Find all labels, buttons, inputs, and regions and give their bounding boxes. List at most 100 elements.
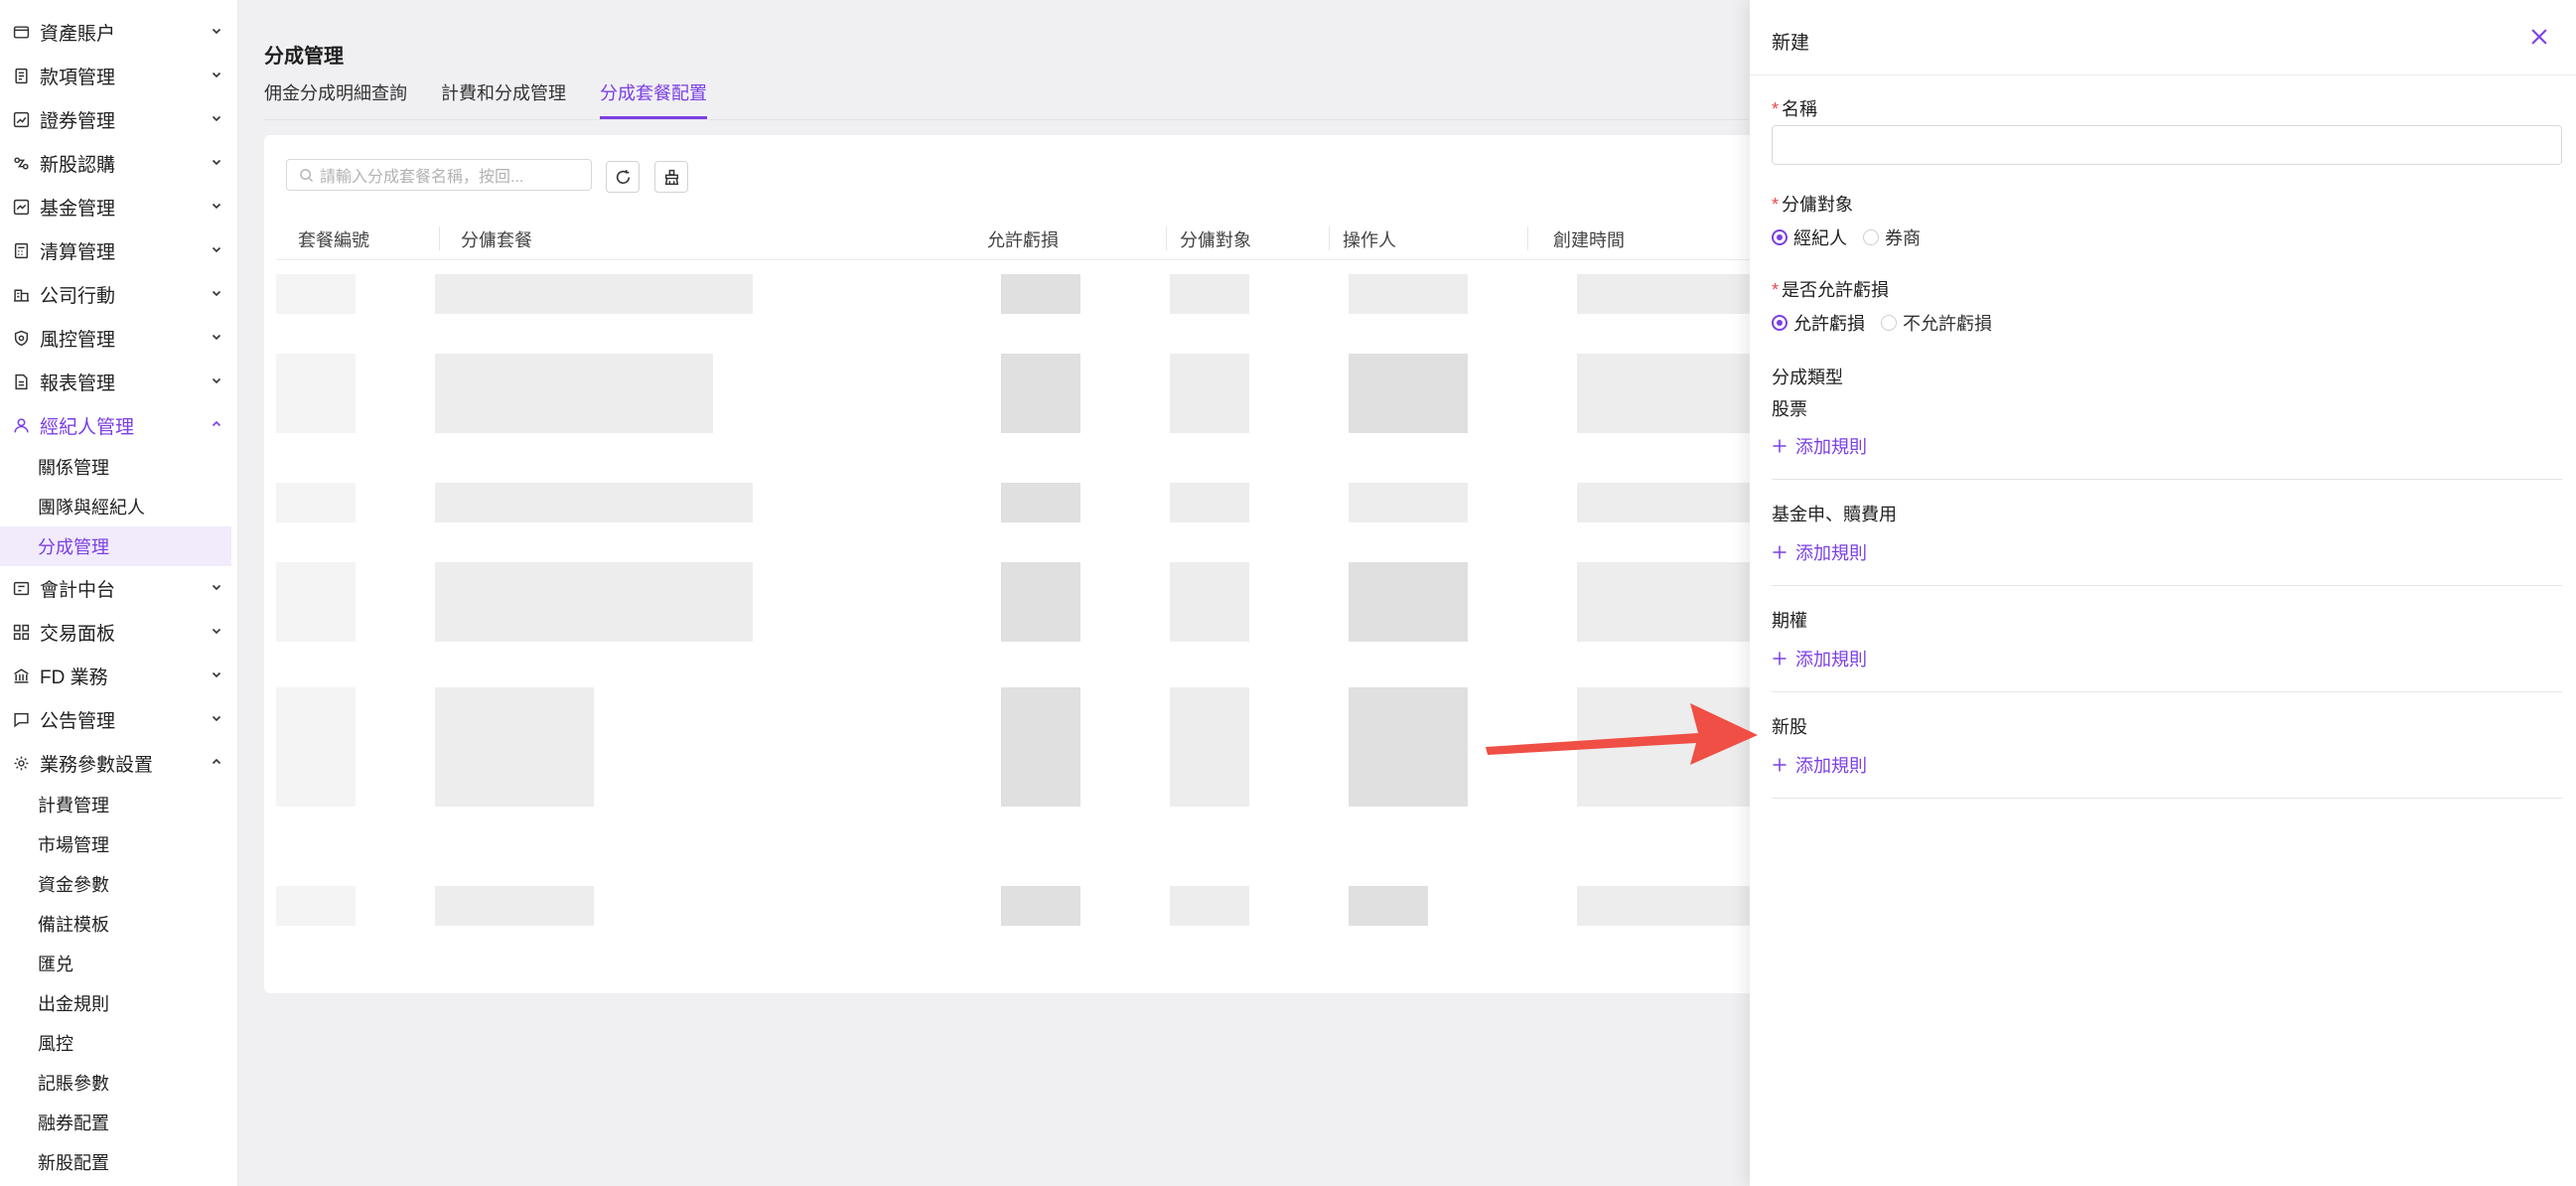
trend-icon — [12, 198, 30, 216]
sidebar-item-label: 經紀人管理 — [40, 416, 135, 438]
chevron-up-icon — [212, 420, 221, 427]
refresh-icon — [616, 169, 630, 184]
section-divider — [1772, 585, 2562, 586]
sidebar-subitem-remark-templates[interactable]: 備註模板 — [0, 904, 237, 944]
report-icon — [12, 372, 30, 390]
refresh-button[interactable] — [606, 161, 640, 193]
sidebar-item-label: 清算管理 — [40, 241, 116, 263]
plus-icon — [1773, 439, 1787, 453]
radio-allow-loss[interactable]: 允許虧損 — [1772, 310, 1865, 336]
sidebar-item-label: 證券管理 — [40, 110, 116, 132]
annotation-arrow-icon — [1486, 703, 1758, 765]
radio-broker[interactable]: 經紀人 — [1772, 224, 1847, 250]
clear-button[interactable] — [654, 161, 688, 193]
user-icon — [12, 416, 30, 434]
sidebar-item-clearing[interactable]: 清算管理 — [0, 228, 237, 272]
sidebar-item-risk-control[interactable]: 風控管理 — [0, 316, 237, 360]
message-icon — [12, 710, 30, 728]
chart-icon — [12, 110, 30, 128]
sidebar-subitem-ipo-config[interactable]: 新股配置 — [0, 1142, 237, 1182]
column-header: 分傭套餐 — [461, 230, 532, 250]
sidebar-item-trading-panel[interactable]: 交易面板 — [0, 610, 237, 654]
sidebar-item-payments[interactable]: 款項管理 — [0, 54, 237, 97]
radio-dot — [1863, 229, 1879, 245]
column-separator — [1527, 226, 1528, 250]
ledger-icon — [12, 579, 30, 597]
tab-split-package-config[interactable]: 分成套餐配置 — [600, 79, 707, 119]
chevron-down-icon — [212, 115, 221, 122]
sidebar-subitem-billing[interactable]: 計費管理 — [0, 785, 237, 824]
section-divider — [1772, 691, 2562, 692]
sidebar-item-reports[interactable]: 報表管理 — [0, 360, 237, 403]
radio-dot — [1772, 315, 1788, 331]
chevron-down-icon — [212, 159, 221, 166]
radio-label: 允許虧損 — [1793, 314, 1865, 334]
add-rule-stocks-button[interactable]: 添加規則 — [1772, 433, 1867, 459]
radio-brokerage[interactable]: 券商 — [1863, 224, 1921, 250]
main-content: 分成管理 佣金分成明細查詢 計費和分成管理 分成套餐配置 請輸入分成套餐名稱，按… — [240, 0, 1774, 1186]
sidebar-subitem-withdrawal-rules[interactable]: 出金規則 — [0, 983, 237, 1023]
required-mark: * — [1772, 195, 1780, 215]
sidebar-subitem-relationship[interactable]: 關係管理 — [0, 447, 237, 487]
radio-label: 不允許虧損 — [1903, 314, 1992, 334]
chevron-down-icon — [212, 246, 221, 253]
tab-commission-details[interactable]: 佣金分成明細查詢 — [264, 79, 407, 119]
sidebar-item-label: 風控管理 — [40, 329, 116, 351]
add-rule-ipo-button[interactable]: 添加規則 — [1772, 752, 1867, 778]
radio-label: 券商 — [1885, 228, 1921, 248]
tab-bar: 佣金分成明細查詢 計費和分成管理 分成套餐配置 — [264, 79, 741, 119]
loss-radio-group: 允許虧損 不允許虧損 — [1772, 310, 2008, 336]
loss-label-text: 是否允許虧損 — [1782, 280, 1890, 300]
sidebar-subitem-securities-lending[interactable]: 融券配置 — [0, 1103, 237, 1142]
chevron-down-icon — [212, 203, 221, 210]
tab-billing-split[interactable]: 計費和分成管理 — [441, 79, 566, 119]
sidebar-item-corporate-actions[interactable]: 公司行動 — [0, 272, 237, 316]
add-rule-fund-fees-button[interactable]: 添加規則 — [1772, 539, 1867, 565]
sidebar-item-label: 報表管理 — [40, 372, 116, 394]
search-input[interactable]: 請輸入分成套餐名稱，按回... — [286, 159, 592, 191]
sidebar-item-label: 公告管理 — [40, 710, 116, 732]
column-separator — [1166, 226, 1167, 250]
sidebar-item-fd-business[interactable]: FD 業務 — [0, 654, 237, 697]
shield-icon — [12, 329, 30, 347]
chevron-down-icon — [212, 334, 221, 341]
table-card: 請輸入分成套餐名稱，按回... 套餐編號 分傭套餐 允許虧損 分傭對象 操作人 … — [264, 135, 1774, 993]
sidebar-item-ipo-subscription[interactable]: 新股認購 — [0, 141, 237, 185]
sidebar-item-announcements[interactable]: 公告管理 — [0, 697, 237, 741]
sidebar-item-broker-management[interactable]: 經紀人管理 — [0, 403, 237, 447]
sidebar-item-assets[interactable]: 資產賬户 — [0, 10, 237, 54]
add-rule-options-button[interactable]: 添加規則 — [1772, 646, 1867, 671]
required-mark: * — [1772, 99, 1780, 119]
radio-disallow-loss[interactable]: 不允許虧損 — [1881, 310, 1992, 336]
sidebar-item-funds[interactable]: 基金管理 — [0, 185, 237, 228]
chevron-down-icon — [212, 290, 221, 297]
sidebar-item-securities[interactable]: 證券管理 — [0, 97, 237, 141]
section-title-stocks: 股票 — [1772, 399, 1807, 419]
bank-icon — [12, 667, 30, 684]
target-label: * 分傭對象 — [1772, 191, 1853, 217]
name-input[interactable] — [1772, 125, 2562, 165]
sidebar-item-label: 業務參數設置 — [40, 754, 154, 776]
column-separator — [1329, 226, 1330, 250]
plus-icon — [1773, 545, 1787, 559]
chevron-down-icon — [212, 72, 221, 78]
sidebar-subitem-teams-brokers[interactable]: 團隊與經紀人 — [0, 487, 237, 526]
chevron-down-icon — [212, 584, 221, 591]
sidebar: 資產賬户 款項管理 證券管理 新股認購 基金管理 清算管理 公司行動 風控管理 — [0, 0, 238, 1186]
target-radio-group: 經紀人 券商 — [1772, 224, 1936, 250]
sidebar-subitem-risk[interactable]: 風控 — [0, 1023, 237, 1063]
chevron-up-icon — [212, 758, 221, 765]
close-icon[interactable] — [2528, 26, 2550, 48]
calculator-icon — [12, 241, 30, 259]
sidebar-subitem-split-management[interactable]: 分成管理 — [0, 526, 231, 566]
sidebar-subitem-fund-params[interactable]: 資金參數 — [0, 864, 237, 904]
sidebar-item-business-params[interactable]: 業務參數設置 — [0, 741, 237, 785]
sidebar-item-label: 會計中台 — [40, 579, 116, 601]
sidebar-item-label: 基金管理 — [40, 198, 116, 220]
sidebar-subitem-market[interactable]: 市場管理 — [0, 824, 237, 864]
add-rule-label: 添加規則 — [1795, 756, 1867, 776]
chevron-down-icon — [212, 715, 221, 722]
sidebar-subitem-exchange[interactable]: 匯兑 — [0, 944, 237, 983]
sidebar-subitem-bookkeeping[interactable]: 記賬參數 — [0, 1063, 237, 1103]
sidebar-item-accounting[interactable]: 會計中台 — [0, 566, 237, 610]
